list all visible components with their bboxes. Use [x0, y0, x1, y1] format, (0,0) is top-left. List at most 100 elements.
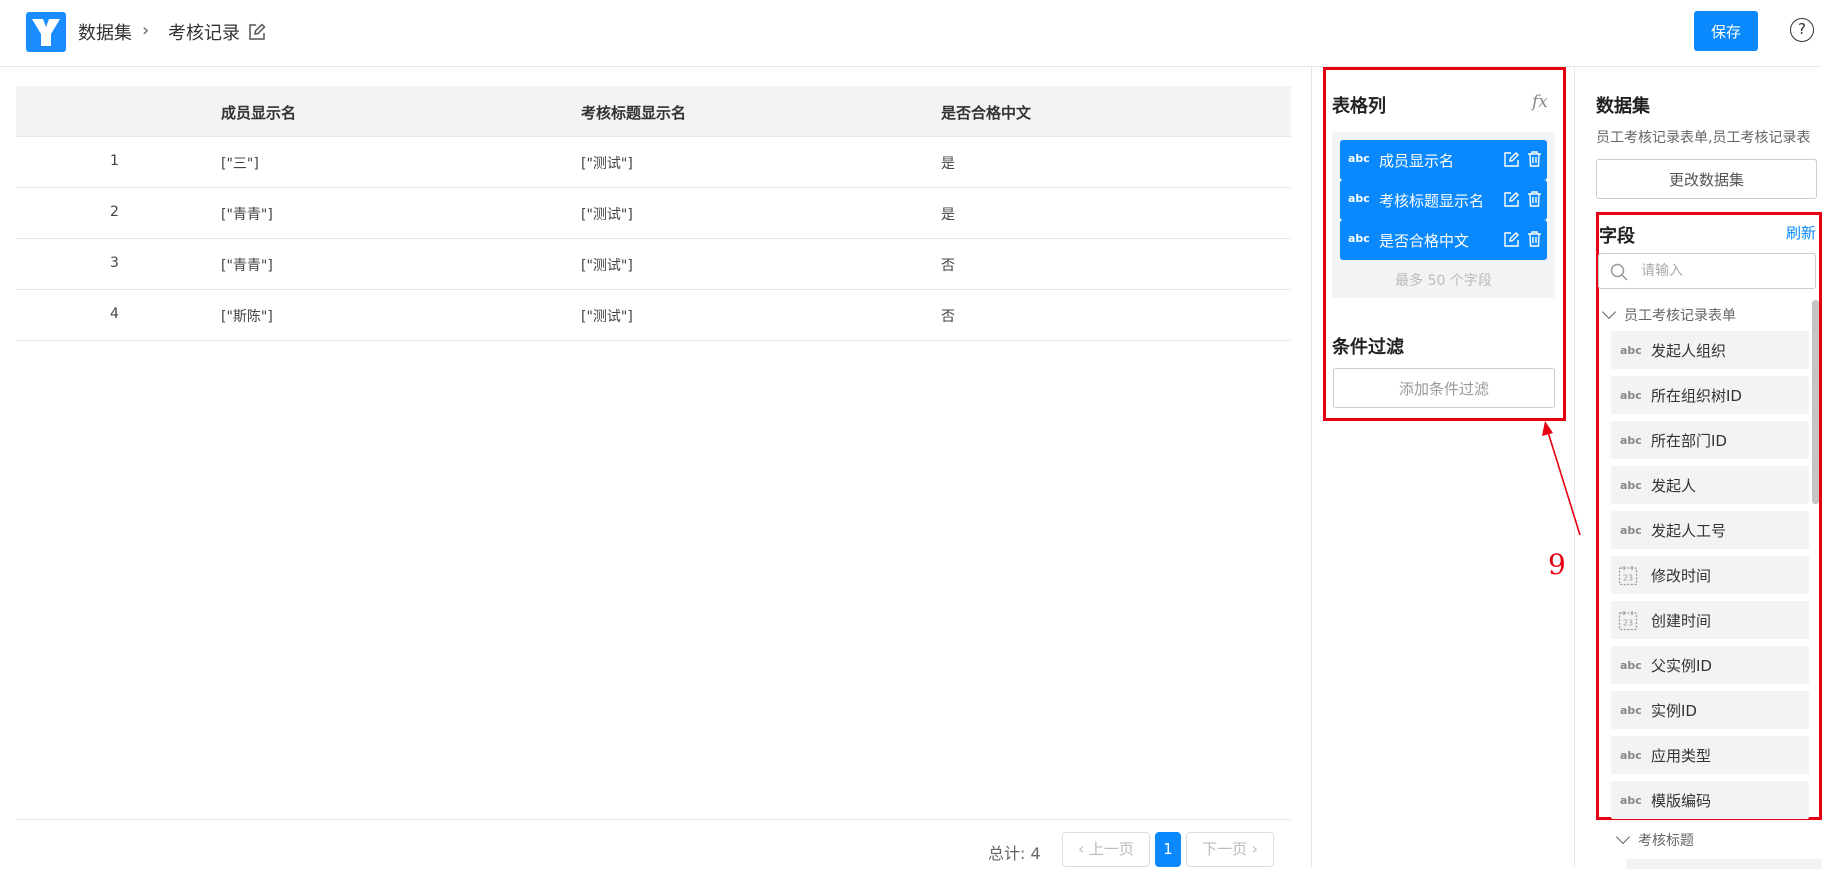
breadcrumb-dataset[interactable]: 数据集: [78, 19, 132, 45]
chevron-down-icon: [1601, 304, 1617, 320]
table-cell: ["测试"]: [581, 309, 633, 325]
text-type-icon: abc: [1620, 344, 1642, 357]
columns-limit-hint: 最多 50 个字段: [1395, 273, 1492, 289]
trash-icon[interactable]: [1527, 190, 1542, 208]
field-item[interactable]: abc 发起人: [1611, 466, 1809, 504]
search-icon: [1609, 262, 1629, 282]
edit-icon[interactable]: [1503, 231, 1520, 248]
filter-title: 条件过滤: [1332, 337, 1404, 358]
dataset-names: 员工考核记录表单,员工考核记录表: [1596, 130, 1811, 146]
text-type-icon: abc: [1620, 434, 1642, 447]
fields-scrollbar[interactable]: [1812, 300, 1819, 504]
column-label: 考核标题显示名: [1379, 192, 1485, 210]
field-search-input[interactable]: [1641, 260, 1801, 282]
fields-title: 字段: [1599, 226, 1635, 247]
field-label: 所在部门ID: [1651, 432, 1727, 450]
field-label: 发起人组织: [1651, 342, 1727, 360]
columns-title: 表格列: [1332, 96, 1386, 117]
calendar-icon: 23: [1618, 610, 1638, 631]
add-filter-button[interactable]: 添加条件过滤: [1333, 368, 1555, 408]
table-row: 2 ["青青"] ["测试"] 是: [16, 188, 1291, 239]
field-item[interactable]: abc 发起人组织: [1611, 331, 1809, 369]
field-label: 修改时间: [1651, 567, 1712, 585]
edit-icon[interactable]: [1503, 151, 1520, 168]
text-type-icon: abc: [1620, 479, 1642, 492]
prev-page-label: 上一页: [1088, 840, 1134, 858]
field-label: 发起人工号: [1651, 522, 1727, 540]
preview-table: 成员显示名 考核标题显示名 是否合格中文 1 ["三"] ["测试"] 是 2 …: [16, 86, 1291, 341]
column-item[interactable]: abc 考核标题显示名: [1340, 180, 1547, 220]
table-cell: ["测试"]: [581, 258, 633, 274]
field-item[interactable]: 23 创建时间: [1611, 601, 1809, 639]
table-cell: ["青青"]: [221, 207, 273, 223]
table-header: 成员显示名 考核标题显示名 是否合格中文: [16, 86, 1291, 137]
table-row: 4 ["斯陈"] ["测试"] 否: [16, 290, 1291, 341]
page-number-button[interactable]: 1: [1155, 832, 1181, 867]
text-type-icon: abc: [1620, 704, 1642, 717]
field-search[interactable]: [1598, 253, 1816, 289]
change-dataset-button[interactable]: 更改数据集: [1596, 159, 1817, 199]
edit-title-icon[interactable]: [247, 22, 267, 42]
text-type-icon: abc: [1348, 232, 1370, 245]
column-label: 是否合格中文: [1379, 232, 1470, 250]
top-bar: 数据集 › 考核记录 保存 ?: [0, 0, 1822, 67]
field-label: 创建时间: [1651, 612, 1712, 630]
trash-icon[interactable]: [1527, 150, 1542, 168]
table-cell: ["青青"]: [221, 258, 273, 274]
table-cell: 否: [941, 258, 955, 274]
field-label: 实例ID: [1651, 702, 1697, 720]
total-count: 总计: 4: [988, 844, 1041, 863]
table-row: 3 ["青青"] ["测试"] 否: [16, 239, 1291, 290]
save-button[interactable]: 保存: [1694, 11, 1758, 51]
table-header-cell: 成员显示名: [221, 104, 297, 122]
field-item[interactable]: abc 应用类型: [1611, 736, 1809, 774]
pagination-divider: [16, 819, 1291, 820]
annotation-number: 9: [1548, 548, 1566, 581]
edit-icon[interactable]: [1503, 191, 1520, 208]
table-header-cell: 考核标题显示名: [581, 104, 687, 122]
chevron-left-icon: ‹: [1078, 840, 1089, 858]
field-label: 发起人: [1651, 477, 1697, 495]
svg-text:23: 23: [1623, 574, 1633, 583]
field-item[interactable]: abc 父实例ID: [1611, 646, 1809, 684]
field-item[interactable]: abc 所在部门ID: [1611, 421, 1809, 459]
chevron-down-icon: [1615, 829, 1631, 845]
prev-page-button[interactable]: ‹ 上一页: [1062, 832, 1150, 867]
table-cell: 是: [941, 207, 955, 223]
row-index: 4: [110, 306, 119, 322]
next-page-label: 下一页: [1202, 840, 1248, 858]
app-logo-icon[interactable]: [26, 12, 66, 52]
field-label: 父实例ID: [1651, 657, 1712, 675]
text-type-icon: abc: [1620, 659, 1642, 672]
table-cell: ["测试"]: [581, 207, 633, 223]
dataset-title: 数据集: [1596, 96, 1650, 117]
column-item[interactable]: abc 成员显示名: [1340, 140, 1547, 180]
help-icon[interactable]: ?: [1790, 18, 1814, 42]
column-item[interactable]: abc 是否合格中文: [1340, 220, 1547, 260]
table-cell: ["斯陈"]: [221, 309, 273, 325]
columns-drop-area[interactable]: abc 成员显示名 abc 考核标题显示名 abc 是否合格中文 最多 50 个…: [1332, 132, 1555, 298]
text-type-icon: abc: [1620, 749, 1642, 762]
field-group-label: 考核标题: [1638, 833, 1694, 849]
table-cell: 否: [941, 309, 955, 325]
field-group-toggle[interactable]: 员工考核记录表单: [1600, 304, 1736, 325]
field-group-toggle[interactable]: 考核标题: [1614, 829, 1694, 850]
text-type-icon: abc: [1620, 524, 1642, 537]
field-item[interactable]: abc 所在组织树ID: [1611, 376, 1809, 414]
text-type-icon: abc: [1620, 794, 1642, 807]
table-header-cell: 是否合格中文: [941, 104, 1032, 122]
text-type-icon: abc: [1620, 389, 1642, 402]
field-item[interactable]: abc 实例ID: [1611, 691, 1809, 729]
field-label: 所在组织树ID: [1651, 387, 1742, 405]
refresh-link[interactable]: 刷新: [1786, 222, 1816, 243]
next-page-button[interactable]: 下一页 ›: [1186, 832, 1274, 867]
field-item[interactable]: abc 发起人工号: [1611, 511, 1809, 549]
field-label: 应用类型: [1651, 747, 1712, 765]
chevron-right-icon: ›: [1247, 840, 1258, 858]
svg-text:23: 23: [1623, 619, 1633, 628]
field-item[interactable]: abc 模版编码: [1611, 781, 1809, 819]
trash-icon[interactable]: [1527, 230, 1542, 248]
table-cell: ["测试"]: [581, 156, 633, 172]
formula-fx-icon[interactable]: fx: [1532, 92, 1548, 112]
field-item[interactable]: 23 修改时间: [1611, 556, 1809, 594]
